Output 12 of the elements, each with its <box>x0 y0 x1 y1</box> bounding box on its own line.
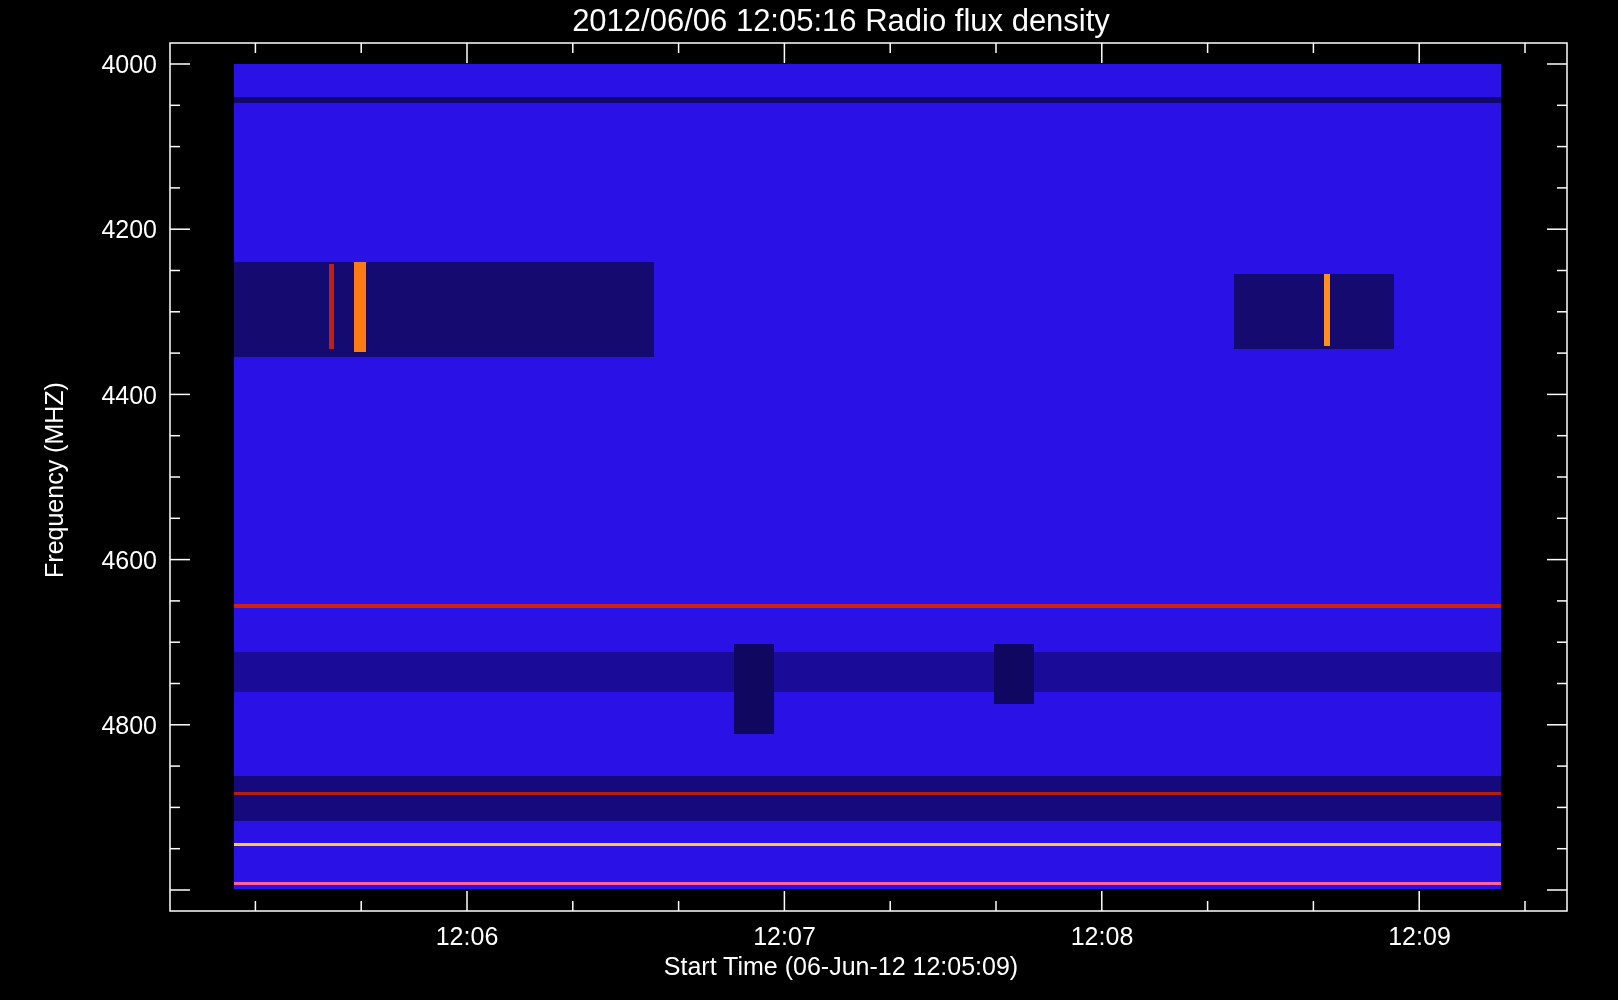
axis-tick-label: 12:08 <box>1070 922 1134 950</box>
axis-tick-label: 4600 <box>101 545 157 574</box>
axis-tick-label: 4200 <box>101 215 157 244</box>
axis-tick-label: 4800 <box>101 711 157 740</box>
axis-tick-label: 12:07 <box>753 922 816 950</box>
axis-tick-label: 12:09 <box>1388 922 1451 950</box>
axis-tick-label: 4400 <box>101 380 157 409</box>
axis-tick-label: 12:06 <box>435 922 499 950</box>
axis-label: Start Time (06-Jun-12 12:05:09) <box>663 952 1019 980</box>
axis-label: Frequency (MHZ) <box>40 382 68 578</box>
axis-tick-label: 4000 <box>101 50 157 78</box>
chart-title: 2012/06/06 12:05:16 Radio flux density <box>572 3 1110 38</box>
